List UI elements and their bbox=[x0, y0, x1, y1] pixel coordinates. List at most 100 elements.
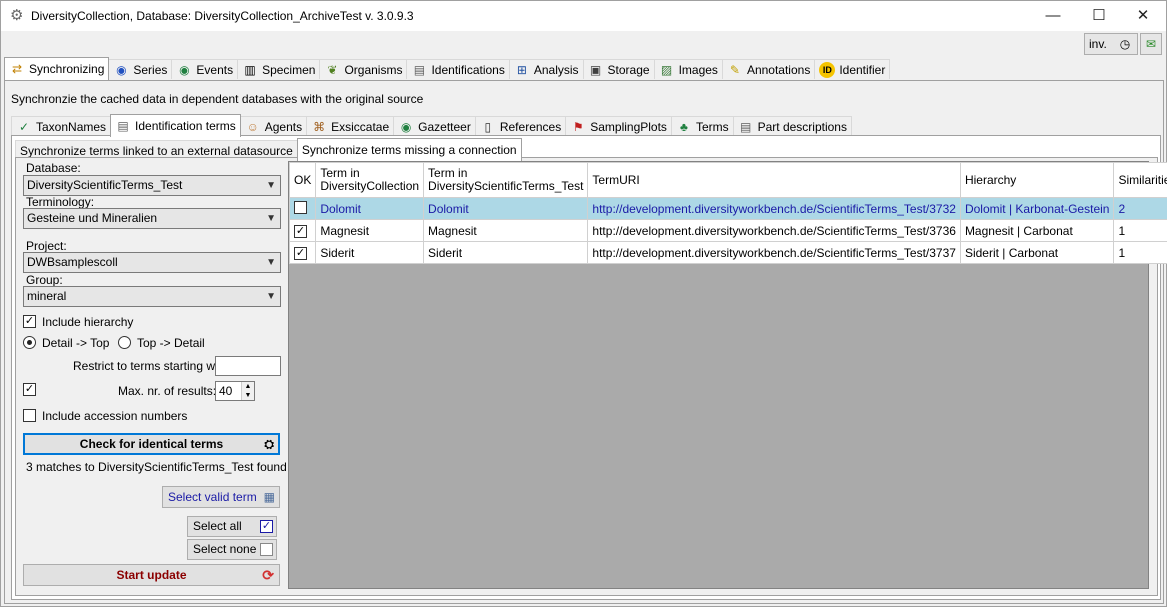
subtab-gazetteer[interactable]: ◉ Gazetteer bbox=[393, 116, 476, 136]
subtab-exsiccatae[interactable]: ⌘ Exsiccatae bbox=[306, 116, 395, 136]
term-st-cell[interactable]: Siderit bbox=[423, 241, 589, 264]
sync-icon: ⇄ bbox=[11, 62, 23, 76]
gear-icon: ⚙ bbox=[10, 7, 24, 24]
term-dc-cell[interactable]: Magnesit bbox=[315, 219, 425, 242]
unchecked-box-icon[interactable] bbox=[294, 200, 307, 214]
spinner-arrows-icon[interactable]: ▲ ▼ bbox=[241, 382, 254, 400]
tab-label: Synchronizing bbox=[29, 62, 105, 76]
globe-icon: ◉ bbox=[400, 119, 412, 134]
restrict-label: Restrict to terms starting with: bbox=[73, 359, 232, 373]
tab-identifications[interactable]: ▤ Identifications bbox=[406, 59, 510, 79]
select-all-button[interactable]: Select all ✓ bbox=[187, 516, 277, 537]
tab-events[interactable]: ◉ Events bbox=[171, 59, 239, 79]
term-uri-cell[interactable]: http://development.diversityworkbench.de… bbox=[587, 219, 961, 242]
maximize-button[interactable]: ☐ bbox=[1076, 1, 1122, 31]
header-term-st[interactable]: Term in DiversityScientificTerms_Test bbox=[423, 162, 589, 198]
term-uri-cell[interactable]: http://development.diversityworkbench.de… bbox=[587, 241, 961, 264]
term-dc-cell[interactable]: Siderit bbox=[315, 241, 425, 264]
term-st-cell[interactable]: Dolomit bbox=[423, 197, 589, 220]
tab-identifier[interactable]: ID Identifier bbox=[814, 59, 891, 79]
subtab-label: Exsiccatae bbox=[331, 119, 390, 134]
table-row[interactable]: ✓ Magnesit Magnesit http://development.dive… bbox=[288, 219, 1167, 242]
tab-series[interactable]: ◉ Series bbox=[108, 59, 173, 79]
subtab-samplingplots[interactable]: ⚑ SamplingPlots bbox=[565, 116, 672, 136]
ok-cell[interactable]: ✓ bbox=[288, 241, 317, 264]
minimize-button[interactable]: — bbox=[1030, 1, 1076, 31]
results-grid: OK Term in DiversityCollection Term in D… bbox=[288, 161, 1167, 589]
subtab-terms[interactable]: ♣ Terms bbox=[670, 116, 734, 136]
tab-specimen[interactable]: ▥ Specimen bbox=[237, 59, 321, 79]
subtab-agents[interactable]: ☺ Agents bbox=[239, 116, 308, 136]
subtab-taxonnames[interactable]: ✓ TaxonNames bbox=[11, 116, 112, 136]
innertab-synchronize-terms-missing-a-connection[interactable]: Synchronize terms missing a connection bbox=[296, 138, 522, 161]
ok-cell[interactable] bbox=[288, 197, 317, 220]
subtab-part-descriptions[interactable]: ▤ Part descriptions bbox=[732, 116, 852, 136]
select-none-button[interactable]: Select none bbox=[187, 539, 277, 560]
detail-top-radio[interactable] bbox=[23, 336, 36, 349]
top-detail-radio[interactable] bbox=[118, 336, 131, 349]
select-valid-term-button[interactable]: Select valid term ▦ bbox=[162, 486, 280, 508]
tab-annotations[interactable]: ✎ Annotations bbox=[721, 59, 816, 79]
similarities-cell[interactable]: 1 bbox=[1113, 241, 1167, 264]
start-update-button[interactable]: Start update ⟳ bbox=[23, 564, 280, 586]
checked-box-icon[interactable]: ✓ bbox=[294, 247, 307, 260]
app-window: ⚙ DiversityCollection, Database: Diversi… bbox=[0, 0, 1167, 607]
close-button[interactable]: ✕ bbox=[1120, 1, 1166, 31]
database-label: Database: bbox=[26, 161, 81, 175]
detail-top-label: Detail -> Top bbox=[42, 336, 110, 350]
header-term-dc[interactable]: Term in DiversityCollection bbox=[315, 162, 425, 198]
group-select[interactable]: mineral ▼ bbox=[23, 286, 281, 307]
subtab-label: Agents bbox=[264, 119, 303, 134]
project-select-value: DWBsamplescoll bbox=[27, 255, 118, 269]
main-tab-bar: ⇄ Synchronizing ◉ Series ◉ Events ▥ Specimen ❦ Or… bbox=[4, 56, 891, 80]
refresh-icon: ⟳ bbox=[262, 567, 274, 583]
database-select[interactable]: DiversityScientificTerms_Test ▼ bbox=[23, 175, 281, 196]
tab-label: Specimen bbox=[262, 62, 316, 77]
header-ok[interactable]: OK bbox=[288, 162, 317, 198]
include-accession-checkbox[interactable] bbox=[23, 409, 36, 422]
tab-label: Identifier bbox=[839, 62, 886, 77]
term-st-cell[interactable]: Magnesit bbox=[423, 219, 589, 242]
subtab-label: Terms bbox=[695, 119, 729, 134]
inv-button[interactable]: inv. ◷ bbox=[1084, 33, 1138, 55]
feedback-button[interactable]: ✉ bbox=[1140, 33, 1162, 55]
include-hierarchy-checkbox[interactable]: ✓ bbox=[23, 315, 36, 328]
checked-box-icon[interactable]: ✓ bbox=[294, 225, 307, 238]
hierarchy-cell[interactable]: Siderit | Carbonat bbox=[959, 241, 1115, 264]
max-results-checkbox[interactable]: ✓ bbox=[23, 383, 36, 396]
max-results-stepper[interactable]: 40 ▲ ▼ bbox=[215, 381, 255, 401]
similarities-cell[interactable]: 2 bbox=[1113, 197, 1167, 220]
hierarchy-cell[interactable]: Magnesit | Carbonat bbox=[959, 219, 1115, 242]
ok-cell[interactable]: ✓ bbox=[288, 219, 317, 242]
header-term-uri[interactable]: TermURI bbox=[587, 162, 961, 198]
terminology-select[interactable]: Gesteine und Mineralien ▼ bbox=[23, 208, 281, 229]
term-dc-cell[interactable]: Dolomit bbox=[315, 197, 425, 220]
check-identical-terms-button[interactable]: Check for identical terms ⛭ bbox=[23, 433, 280, 455]
hierarchy-cell[interactable]: Dolomit | Karbonat-Gestein bbox=[959, 197, 1115, 220]
chevron-down-icon: ▼ bbox=[266, 257, 276, 268]
similarities-cell[interactable]: 1 bbox=[1113, 219, 1167, 242]
tab-organisms[interactable]: ❦ Organisms bbox=[319, 59, 408, 79]
sub-tab-bar: ✓ TaxonNames ▤ Identification terms ☺ Agents ⌘… bbox=[11, 113, 852, 137]
subtab-references[interactable]: ▯ References bbox=[474, 116, 567, 136]
header-row: OK Term in DiversityCollection Term in D… bbox=[288, 162, 1167, 198]
image-icon: ▨ bbox=[660, 62, 673, 77]
description-text: Synchronzie the cached data in dependent… bbox=[11, 92, 424, 106]
table-row[interactable]: ✓ Siderit Siderit http://development.divers… bbox=[288, 241, 1167, 264]
table-row[interactable]: Dolomit Dolomit http://development.diversi… bbox=[288, 197, 1167, 220]
restrict-input[interactable] bbox=[215, 356, 281, 376]
subtab-identification-terms[interactable]: ▤ Identification terms bbox=[110, 114, 241, 137]
tab-storage[interactable]: ▣ Storage bbox=[582, 59, 655, 79]
tab-analysis[interactable]: ⊞ Analysis bbox=[508, 59, 584, 79]
terminology-select-value: Gesteine und Mineralien bbox=[27, 211, 158, 225]
top-detail-label: Top -> Detail bbox=[137, 336, 205, 350]
tab-synchronizing[interactable]: ⇄ Synchronizing bbox=[4, 57, 110, 80]
tab-images[interactable]: ▨ Images bbox=[653, 59, 723, 79]
term-uri-cell[interactable]: http://development.diversityworkbench.de… bbox=[587, 197, 961, 220]
max-results-label: Max. nr. of results: bbox=[118, 384, 217, 398]
project-select[interactable]: DWBsamplescoll ▼ bbox=[23, 252, 281, 273]
subtab-label: SamplingPlots bbox=[590, 119, 667, 134]
header-similarities[interactable]: Similarities bbox=[1113, 162, 1167, 198]
header-hierarchy[interactable]: Hierarchy bbox=[959, 162, 1115, 198]
title-bar: ⚙ DiversityCollection, Database: Diversi… bbox=[1, 1, 1166, 31]
